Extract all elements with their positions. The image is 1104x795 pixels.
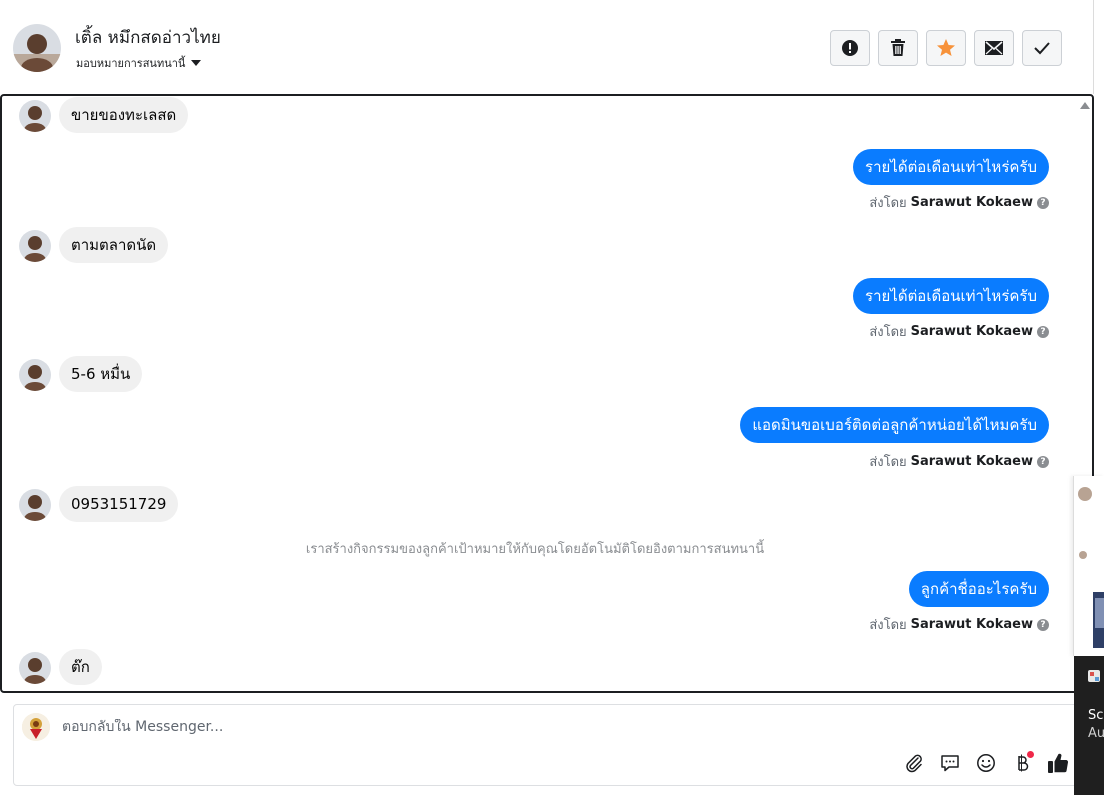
system-activity-note: เราสร้างกิจกรรมของลูกค้าเป้าหมายให้กับคุ… (305, 542, 765, 557)
incoming-message-bubble: ตามตลาดนัด (59, 227, 169, 263)
check-icon (1034, 42, 1050, 55)
thumbs-up-icon (1048, 753, 1069, 773)
popup-line-1: Sc (1088, 708, 1104, 723)
incoming-message-bubble: ขายของทะเลสด (59, 97, 189, 133)
outgoing-message-bubble: รายได้ต่อเดือนเท่าไหร่ครับ (853, 149, 1049, 185)
trash-icon (891, 39, 905, 56)
sender-name: Sarawut Kokaew (910, 454, 1033, 469)
reply-composer (13, 704, 1083, 786)
reply-input[interactable] (62, 719, 962, 735)
sent-by-prefix: ส่งโดย (869, 196, 907, 211)
contact-avatar[interactable] (13, 24, 61, 72)
mark-spam-button[interactable] (830, 30, 870, 66)
help-icon[interactable]: ? (1037, 196, 1049, 209)
caret-down-icon (191, 60, 202, 66)
sent-by-label: ส่งโดย Sarawut Kokaew ? (869, 614, 1049, 635)
message-thread[interactable]: ขายของทะเลสด รายได้ต่อเดือนเท่าไหร่ครับ … (0, 94, 1094, 693)
outgoing-message-bubble: ลูกค้าชื่ออะไรครับ (908, 571, 1049, 607)
sender-name: Sarawut Kokaew (910, 195, 1033, 210)
dark-popup-panel[interactable]: Sc Au (1074, 656, 1104, 795)
outgoing-message-bubble: แอดมินขอเบอร์ติดต่อลูกค้าหน่อยได้ไหมครับ (740, 407, 1049, 443)
outgoing-message-bubble: รายได้ต่อเดือนเท่าไหร่ครับ (853, 278, 1049, 314)
emoji-icon (977, 754, 995, 772)
assign-label: มอบหมายการสนทนานี้ (76, 57, 186, 70)
sent-by-label: ส่งโดย Sarawut Kokaew ? (869, 451, 1049, 472)
incoming-message-bubble: 5-6 หมื่น (59, 356, 143, 392)
conversation-actions (830, 30, 1062, 66)
incoming-message-bubble: 0953151729 (59, 486, 179, 522)
star-icon (937, 39, 955, 56)
mark-done-button[interactable] (1022, 30, 1062, 66)
side-notification-panel[interactable] (1073, 476, 1104, 656)
help-icon[interactable]: ? (1037, 325, 1049, 338)
sender-avatar (19, 230, 51, 262)
incoming-message-bubble: ต๊ก (59, 649, 102, 685)
send-like-button[interactable] (1046, 751, 1070, 775)
star-button[interactable] (926, 30, 966, 66)
emoji-button[interactable] (974, 751, 998, 775)
sent-by-label: ส่งโดย Sarawut Kokaew ? (869, 192, 1049, 213)
sent-by-prefix: ส่งโดย (869, 325, 907, 340)
sender-name: Sarawut Kokaew (910, 324, 1033, 339)
notification-dot (1027, 751, 1034, 758)
sender-avatar (19, 652, 51, 684)
sent-by-label: ส่งโดย Sarawut Kokaew ? (869, 321, 1049, 342)
sender-avatar (19, 359, 51, 391)
conversation-header: เติ้ล หมึกสดอ่าวไทย มอบหมายการสนทนานี้ (0, 0, 1094, 94)
sender-name: Sarawut Kokaew (910, 617, 1033, 632)
sent-by-prefix: ส่งโดย (869, 618, 907, 633)
quick-reply-icon (941, 755, 959, 772)
sent-by-prefix: ส่งโดย (869, 455, 907, 470)
alert-icon (842, 40, 858, 56)
payment-button[interactable] (1010, 751, 1034, 775)
notification-thumbnails (1078, 487, 1104, 648)
popup-line-2: Au (1088, 726, 1104, 741)
sender-avatar (19, 489, 51, 521)
composer-toolbar (902, 751, 1070, 775)
inbox-conversation-view: เติ้ล หมึกสดอ่าวไทย มอบหมายการสนทนานี้ ข… (0, 0, 1104, 795)
paperclip-icon (906, 754, 922, 773)
help-icon[interactable]: ? (1037, 618, 1049, 631)
app-icon (1088, 670, 1100, 682)
help-icon[interactable]: ? (1037, 455, 1049, 468)
envelope-icon (985, 41, 1003, 55)
assign-conversation-dropdown[interactable]: มอบหมายการสนทนานี้ (76, 54, 202, 72)
page-avatar (22, 713, 50, 741)
delete-button[interactable] (878, 30, 918, 66)
mark-unread-button[interactable] (974, 30, 1014, 66)
contact-name: เติ้ล หมึกสดอ่าวไทย (75, 28, 221, 48)
sender-avatar (19, 100, 51, 132)
saved-replies-button[interactable] (938, 751, 962, 775)
attach-button[interactable] (902, 751, 926, 775)
scroll-up-arrow-icon[interactable] (1080, 102, 1090, 109)
